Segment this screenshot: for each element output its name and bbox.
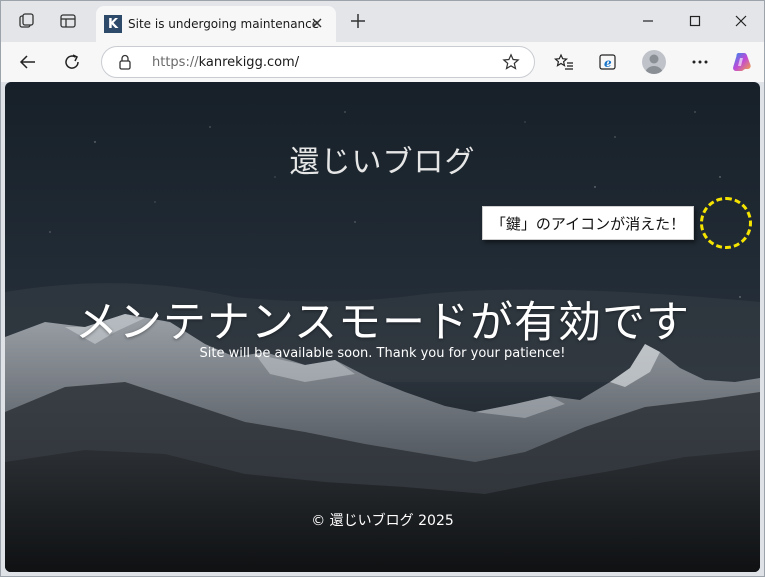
site-favicon: K: [104, 15, 122, 33]
more-icon[interactable]: [687, 49, 713, 75]
page-viewport: 還じいブログ メンテナンスモードが有効です Site will be avail…: [5, 82, 760, 572]
lock-icon[interactable]: [118, 54, 132, 74]
plus-icon[interactable]: [347, 10, 369, 32]
internet-explorer-icon[interactable]: e: [595, 49, 621, 75]
url-protocol: https://: [152, 55, 199, 70]
maintenance-subtext: Site will be available soon. Thank you f…: [199, 346, 566, 361]
minimize-icon[interactable]: [634, 8, 662, 34]
address-bar[interactable]: https://kanrekigg.com/: [101, 46, 535, 78]
favorites-icon[interactable]: [551, 49, 577, 75]
svg-text:e: e: [604, 56, 612, 70]
annotation-callout: 「鍵」のアイコンが消えた！: [482, 206, 694, 240]
profile-avatar[interactable]: [642, 50, 666, 74]
url-text[interactable]: https://kanrekigg.com/: [152, 55, 299, 70]
tab-title: Site is undergoing maintenance: [128, 17, 320, 31]
footer-copyright: © 還じいブログ 2025: [311, 513, 454, 529]
title-bar: K Site is undergoing maintenance: [0, 0, 765, 42]
copilot-icon[interactable]: [729, 49, 755, 75]
annotation-highlight-circle: [700, 197, 752, 249]
workspaces-icon[interactable]: [15, 9, 39, 33]
browser-toolbar: https://kanrekigg.com/ e: [0, 42, 765, 82]
close-tab-icon[interactable]: [308, 14, 326, 32]
url-host: kanrekigg.com/: [198, 55, 300, 70]
site-title[interactable]: 還じいブログ: [5, 137, 760, 181]
close-icon[interactable]: [727, 8, 755, 34]
maximize-icon[interactable]: [681, 8, 709, 34]
vertical-tabs-icon[interactable]: [56, 9, 80, 33]
back-arrow-icon[interactable]: [15, 49, 41, 75]
maintenance-heading: メンテナンスモードが有効です: [74, 298, 691, 348]
refresh-icon[interactable]: [59, 49, 85, 75]
active-tab[interactable]: K Site is undergoing maintenance: [96, 6, 336, 42]
star-icon[interactable]: [502, 53, 520, 75]
